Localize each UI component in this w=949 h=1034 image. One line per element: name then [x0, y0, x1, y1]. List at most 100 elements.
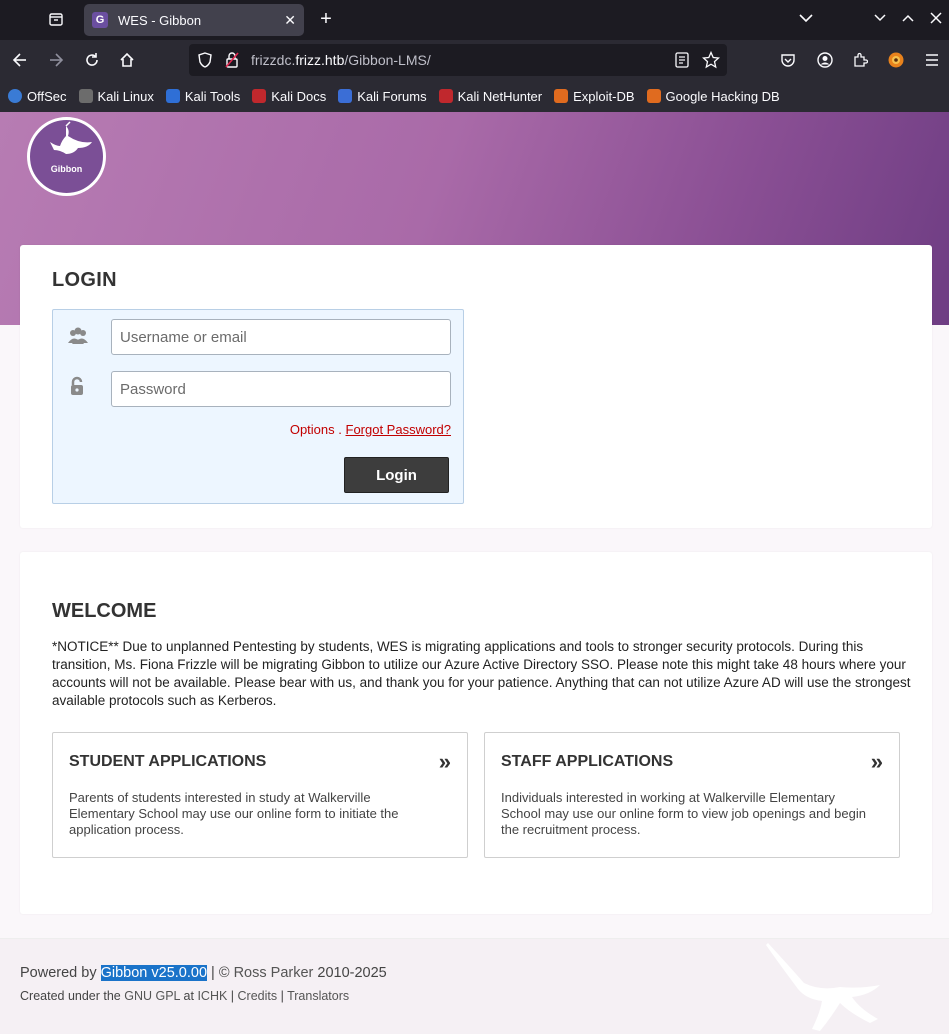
sep-2: | [277, 989, 288, 1003]
gibbon-swing-icon [50, 121, 92, 154]
bookmark-star-icon[interactable] [701, 50, 721, 74]
page-footer: Powered by Gibbon v25.0.00 | © Ross Park… [0, 938, 949, 1034]
gibbon-logo[interactable]: Gibbon [27, 117, 106, 196]
bookmarks-toolbar: OffSec Kali Linux Kali Tools Kali Docs K… [0, 80, 949, 112]
reader-view-icon[interactable] [675, 52, 689, 73]
url-host: frizz.htb [295, 52, 345, 68]
maximize-chevron-icon[interactable] [895, 5, 921, 31]
minimize-chevron-icon[interactable] [867, 5, 893, 31]
ichk-link[interactable]: ICHK [197, 989, 227, 1003]
bookmark-kali-linux[interactable]: Kali Linux [78, 88, 154, 104]
logo-text: Gibbon [50, 164, 83, 174]
gnu-gpl-link[interactable]: GNU GPL [124, 989, 180, 1003]
username-input[interactable] [111, 319, 451, 355]
users-icon [67, 326, 89, 346]
bookmark-label: Exploit-DB [573, 88, 635, 104]
foxyproxy-icon[interactable] [884, 48, 908, 72]
bookmark-label: OffSec [27, 88, 67, 104]
notice-text: *NOTICE** Due to unplanned Pentesting by… [52, 639, 911, 708]
gibbon-page: Gibbon LOGIN Options . Forgot Password? … [0, 112, 949, 1034]
login-card: LOGIN Options . Forgot Password? Login [20, 245, 932, 528]
back-arrow-icon[interactable] [8, 48, 32, 72]
new-tab-button[interactable]: + [314, 6, 338, 32]
exploit-db-icon [554, 89, 569, 103]
created-prefix: Created under the [20, 989, 125, 1003]
bookmark-kali-forums[interactable]: Kali Forums [338, 88, 427, 104]
links-separator: . [334, 422, 346, 437]
menu-hamburger-icon[interactable] [920, 48, 944, 72]
translators-link[interactable]: Translators [287, 989, 349, 1003]
author-link[interactable]: Ross Parker [234, 965, 314, 981]
offsec-icon [8, 89, 22, 103]
bookmark-label: Kali NetHunter [457, 88, 543, 104]
reload-icon[interactable] [80, 48, 104, 72]
gibbon-silhouette-icon [766, 943, 880, 1031]
extensions-icon[interactable] [848, 48, 872, 72]
bookmark-label: Kali Tools [184, 88, 241, 104]
browser-tab-bar: G WES - Gibbon ✕ + [0, 0, 949, 40]
kali-tools-icon [165, 89, 180, 103]
home-icon[interactable] [115, 48, 139, 72]
kali-dragon-icon [78, 89, 93, 103]
kali-nethunter-icon [438, 89, 453, 103]
login-button[interactable]: Login [344, 457, 449, 493]
staff-applications-box[interactable]: STAFF APPLICATIONS » Individuals interes… [484, 732, 900, 858]
bookmark-label: Kali Forums [357, 88, 427, 104]
double-chevron-right-icon[interactable]: » [439, 749, 451, 775]
welcome-card: WELCOME *NOTICE** Due to unplanned Pente… [20, 552, 932, 914]
bookmark-exploit-db[interactable]: Exploit-DB [554, 88, 635, 104]
forgot-password-link[interactable]: Forgot Password? [346, 422, 452, 437]
bookmark-kali-nethunter[interactable]: Kali NetHunter [438, 88, 543, 104]
url-prefix: frizzdc. [251, 52, 296, 68]
url-bar[interactable]: frizzdc.frizz.htb/Gibbon-LMS/ [189, 44, 727, 76]
at-text: at [180, 989, 198, 1003]
created-under-line: Created under the GNU GPL at ICHK | Cred… [20, 989, 349, 1003]
bookmark-kali-tools[interactable]: Kali Tools [165, 88, 241, 104]
bookmark-google-hacking-db[interactable]: Google Hacking DB [646, 88, 780, 104]
staff-applications-title: STAFF APPLICATIONS [501, 753, 674, 770]
lock-icon [69, 376, 91, 396]
url-path: /Gibbon-LMS/ [344, 52, 431, 68]
password-input[interactable] [111, 371, 451, 407]
double-chevron-right-icon[interactable]: » [871, 749, 883, 775]
kali-docs-icon [252, 89, 267, 103]
gibbon-version-link[interactable]: Gibbon v25.0.00 [100, 965, 208, 981]
credits-link[interactable]: Credits [238, 989, 278, 1003]
bookmark-offsec[interactable]: OffSec [8, 89, 67, 104]
student-applications-box[interactable]: STUDENT APPLICATIONS » Parents of studen… [52, 732, 468, 858]
insecure-lock-icon[interactable] [225, 52, 239, 73]
ghdb-icon [646, 89, 661, 103]
student-applications-title: STUDENT APPLICATIONS [69, 753, 267, 770]
login-heading: LOGIN [52, 269, 117, 291]
window-close-icon[interactable] [923, 5, 949, 31]
welcome-heading: WELCOME [52, 600, 157, 622]
firefox-view-button[interactable] [42, 6, 70, 32]
tab-wes-gibbon[interactable]: G WES - Gibbon ✕ [84, 4, 304, 36]
powered-by-line: Powered by Gibbon v25.0.00 | © Ross Park… [20, 965, 387, 981]
copyright-sep: | © [207, 965, 234, 981]
pocket-icon[interactable] [776, 48, 800, 72]
student-applications-desc: Parents of students interested in study … [69, 790, 399, 837]
copyright-years: 2010-2025 [313, 965, 387, 981]
options-link[interactable]: Options [290, 422, 335, 437]
list-all-tabs-icon[interactable] [793, 5, 819, 31]
tab-title: WES - Gibbon [118, 12, 202, 28]
login-form: Options . Forgot Password? Login [52, 309, 464, 504]
bookmark-label: Kali Linux [97, 88, 154, 104]
sep-1: | [227, 989, 238, 1003]
forward-arrow-icon[interactable] [44, 48, 68, 72]
bookmark-label: Google Hacking DB [665, 88, 780, 104]
bookmark-kali-docs[interactable]: Kali Docs [252, 89, 326, 104]
browser-nav-bar: frizzdc.frizz.htb/Gibbon-LMS/ [0, 40, 949, 80]
shield-icon[interactable] [197, 52, 213, 73]
firefox-view-icon [49, 13, 63, 26]
login-links: Options . Forgot Password? [290, 422, 451, 437]
window-controls [783, 0, 949, 36]
tab-close-icon[interactable]: ✕ [284, 12, 296, 29]
url-text[interactable]: frizzdc.frizz.htb/Gibbon-LMS/ [251, 52, 431, 68]
account-icon[interactable] [813, 48, 837, 72]
bookmark-label: Kali Docs [271, 88, 327, 104]
powered-prefix: Powered by [20, 965, 101, 981]
gibbon-favicon-icon: G [92, 12, 108, 28]
kali-forums-icon [338, 89, 353, 103]
